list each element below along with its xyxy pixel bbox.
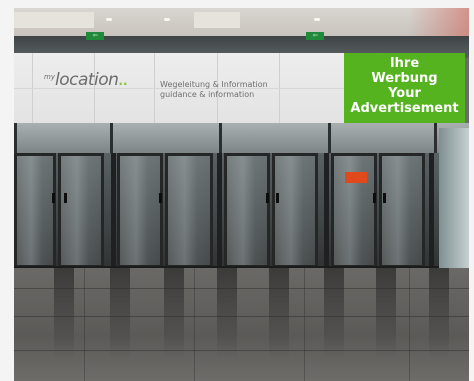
door-handle <box>266 193 269 203</box>
ad-line-your: Your <box>388 86 421 101</box>
transom-frame <box>14 123 17 153</box>
floor-reflection <box>429 268 449 358</box>
floor-reflection <box>269 268 289 358</box>
door-mullion <box>111 153 116 268</box>
floor-tile-line <box>409 268 410 381</box>
floor-reflection <box>376 268 396 358</box>
glass-door <box>14 153 56 268</box>
floor-tile-line <box>14 350 469 351</box>
floor-tile-line <box>84 268 85 381</box>
glass-door-open <box>165 153 213 268</box>
red-sign <box>345 172 367 183</box>
door-mullion <box>324 153 329 268</box>
exit-sign-left: ⇦ <box>86 32 104 40</box>
side-glass-wall <box>439 128 469 268</box>
door-handle <box>64 193 67 203</box>
floor-reflection <box>110 268 130 358</box>
glass-door <box>272 153 318 268</box>
logo-prefix: my <box>44 73 55 81</box>
mylocation-logo: mylocation.. <box>44 70 128 90</box>
ceiling-light <box>164 18 170 21</box>
tagline: Wegeleitung & Information guidance & inf… <box>160 80 268 100</box>
logo-main: location <box>54 70 119 90</box>
glass-door <box>331 153 377 268</box>
glass-door <box>117 153 163 268</box>
door-mullion <box>217 153 222 268</box>
glass-door <box>58 153 104 268</box>
ceiling-red-accent <box>409 8 469 36</box>
ceiling-light <box>314 18 320 21</box>
ceiling-panel <box>194 12 240 28</box>
transom-windows <box>14 123 469 153</box>
floor-reflection <box>164 268 184 358</box>
ad-line-advertisement: Advertisement <box>350 101 459 116</box>
floor-tile-line <box>14 288 469 289</box>
floor-tile-line <box>14 316 469 317</box>
transom-frame <box>219 123 222 153</box>
floor-reflection <box>54 268 74 358</box>
exit-sign-center: ⇦ <box>306 32 324 40</box>
door-mullion <box>429 153 434 268</box>
door-zone <box>14 153 469 268</box>
door-handle <box>276 193 279 203</box>
tagline-english: guidance & information <box>160 90 255 99</box>
floor-reflection <box>217 268 237 358</box>
signage-screen: mylocation.. Wegeleitung & Information g… <box>14 53 344 123</box>
ad-line-werbung: Werbung <box>371 71 438 86</box>
image-frame: ⇦ ⇦ mylocation.. Wegeleitung & Informati… <box>0 0 474 381</box>
floor-tile-line <box>304 268 305 381</box>
reflective-floor <box>14 268 469 381</box>
ad-line-ihre: Ihre <box>389 56 420 71</box>
transom-frame <box>110 123 113 153</box>
tagline-german: Wegeleitung & Information <box>160 80 268 89</box>
transom-frame <box>434 123 437 153</box>
glass-door <box>379 153 425 268</box>
ceiling <box>14 8 469 36</box>
transom-frame <box>328 123 331 153</box>
ceiling-light <box>106 18 112 21</box>
ceiling-panel <box>14 12 94 28</box>
advertisement-panel: Ihre Werbung Your Advertisement <box>344 53 465 123</box>
door-handle <box>373 193 376 203</box>
door-handle <box>383 193 386 203</box>
terminal-photo: ⇦ ⇦ mylocation.. Wegeleitung & Informati… <box>14 8 469 381</box>
door-handle <box>159 193 162 203</box>
logo-dot-icon: .. <box>118 74 128 88</box>
floor-tile-line <box>194 268 195 381</box>
door-handle <box>52 193 55 203</box>
glass-door <box>224 153 270 268</box>
floor-reflection <box>324 268 344 358</box>
